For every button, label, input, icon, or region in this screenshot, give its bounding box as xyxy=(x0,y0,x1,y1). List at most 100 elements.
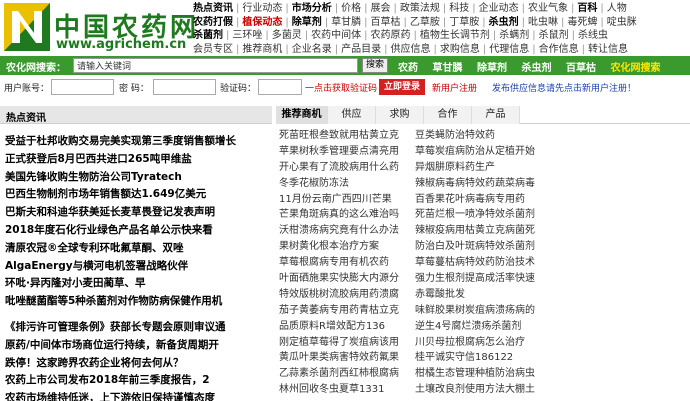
market-list-item[interactable]: 11月份云南广西四川芒果 xyxy=(279,192,413,208)
market-list-item[interactable]: 草莓蔓枯病特效药防治技术 xyxy=(415,255,549,271)
nav-link[interactable]: 农药打假 xyxy=(190,16,236,30)
nav-link[interactable]: 推荐商机 xyxy=(239,43,285,57)
nav-link[interactable]: 农业气象 xyxy=(525,2,571,16)
news-item[interactable]: 美国先锋收购生物防治公司Tyratech xyxy=(5,169,270,187)
news-item[interactable]: 正式获登后8月巴西共进口265吨甲维盐 xyxy=(5,151,270,169)
nav-link[interactable]: 多菌灵 xyxy=(269,29,305,43)
news-item[interactable]: 巴斯夫和科迪华获美延长麦草畏登记发表声明 xyxy=(5,204,270,222)
market-list-item[interactable]: 品质原料R增效配方136 xyxy=(279,319,413,335)
nav-link[interactable]: 除草剂 xyxy=(289,16,325,30)
nav-link[interactable]: 热点资讯 xyxy=(190,2,236,16)
nav-link[interactable]: 市场分析 xyxy=(289,2,335,16)
market-list-item[interactable]: 赤霉酸批发 xyxy=(415,287,549,303)
nav-link[interactable]: 百草枯 xyxy=(368,16,404,30)
hot-search-link[interactable]: 百草枯 xyxy=(566,63,596,74)
nav-link[interactable]: 企业名录 xyxy=(289,43,335,57)
news-item[interactable]: 受益于杜邦收购交易完美实现第三季度销售额增长 xyxy=(5,133,270,151)
market-list-item[interactable]: 黄瓜叶果类病害特效药氟果 xyxy=(279,350,413,366)
nav-link[interactable]: 农药中间体 xyxy=(308,29,364,43)
nav-link[interactable]: 杀菌剂 xyxy=(190,29,226,43)
news-item[interactable]: 2018年度石化行业绿色产品名单公示快来看 xyxy=(5,222,270,240)
nav-link[interactable]: 三环唑 xyxy=(229,29,265,43)
market-list-item[interactable]: 味鲜胶果树炭疽病溃疡病的 xyxy=(415,303,549,319)
market-list-item[interactable]: 异烟肼原料药生产 xyxy=(415,160,549,176)
tab-purchase[interactable]: 求购 xyxy=(376,106,424,124)
market-list-item[interactable]: 百香果花叶病毒病专用药 xyxy=(415,192,549,208)
tab-cooperation[interactable]: 合作 xyxy=(424,106,472,124)
hot-search-link[interactable]: 除草剂 xyxy=(477,63,507,74)
nav-link[interactable]: 人物 xyxy=(604,2,630,16)
register-link[interactable]: 新用户注册 xyxy=(432,81,477,94)
market-list-item[interactable]: 草莓炭疽病防治从定植开始 xyxy=(415,144,549,160)
market-list-item[interactable]: 刚定植草莓得了炭疽病该用 xyxy=(279,335,413,351)
market-list-item[interactable]: 土壤改良剂使用方法大棚土 xyxy=(415,382,549,398)
nav-link[interactable]: 企业动态 xyxy=(476,2,522,16)
nav-link[interactable]: 转让信息 xyxy=(585,43,631,57)
nav-link[interactable]: 杀螨剂 xyxy=(496,29,532,43)
market-list-item[interactable]: 开心果有了流胶病用什么药 xyxy=(279,160,413,176)
news-item[interactable]: 农药市场维持低迷，上下游依旧保持谨慎态度 xyxy=(5,390,270,401)
nav-link[interactable]: 科技 xyxy=(446,2,472,16)
market-list-item[interactable]: 豆类蝇防治特效药 xyxy=(415,128,549,144)
market-list-item[interactable]: 果树黄化根本治疗方案 xyxy=(279,239,413,255)
tab-hot-news[interactable]: 热点资讯 xyxy=(0,106,272,124)
market-list-item[interactable]: 草莓根腐病专用有机农药 xyxy=(279,255,413,271)
search-input[interactable] xyxy=(73,58,358,73)
news-item[interactable]: 清原农冠®全球专利环吡氟草酮、双唑 xyxy=(5,240,270,258)
market-list-item[interactable]: 强力生根剂提高成活率快速 xyxy=(415,271,549,287)
hot-search-link[interactable]: 杀虫剂 xyxy=(522,63,552,74)
publish-notice-link[interactable]: 发布供应信息请先点击新用户注册！ xyxy=(492,81,636,94)
news-item[interactable]: 跌停！这家跨界农药企业将何去何从？ xyxy=(5,355,270,373)
nav-link[interactable]: 求购信息 xyxy=(437,43,483,57)
hot-search-link[interactable]: 农药 xyxy=(398,63,418,74)
nav-link[interactable]: 植保动态 xyxy=(239,16,285,30)
market-list-item[interactable]: 死苗旺根叁致就用枯黄立克 xyxy=(279,128,413,144)
nav-link[interactable]: 行业动态 xyxy=(239,2,285,16)
nav-link[interactable]: 毒死蜱 xyxy=(564,16,600,30)
market-list-item[interactable]: 叶面硒施果实快膨大内源分 xyxy=(279,271,413,287)
nav-link[interactable]: 农药原药 xyxy=(368,29,414,43)
nav-link[interactable]: 杀虫剂 xyxy=(486,16,522,30)
nav-link[interactable]: 会员专区 xyxy=(190,43,236,57)
nav-link[interactable]: 供应信息 xyxy=(388,43,434,57)
news-item[interactable]: AlgaEnergy与横河电机签署战略伙伴 xyxy=(5,258,270,276)
tab-supply[interactable]: 供应 xyxy=(328,106,376,124)
tab-products[interactable]: 产品 xyxy=(472,106,520,124)
nav-link[interactable]: 展会 xyxy=(368,2,394,16)
market-list-item[interactable]: 芒果角斑病真的这么难治吗 xyxy=(279,207,413,223)
market-list-item[interactable]: 逆生4号腐烂溃疡杀菌剂 xyxy=(415,319,549,335)
hot-search-link[interactable]: 草甘膦 xyxy=(433,63,463,74)
nav-link[interactable]: 产品目录 xyxy=(338,43,384,57)
market-list-item[interactable]: 乙蒜素杀菌剂西红柿根腐病 xyxy=(279,366,413,382)
market-list-item[interactable]: 沃柑溃疡病究竟有什么办法 xyxy=(279,223,413,239)
market-list-item[interactable]: 川贝母拉根腐病怎么治疗 xyxy=(415,335,549,351)
nav-link[interactable]: 啶虫脒 xyxy=(604,16,640,30)
agrichem-search-link[interactable]: 农化网搜索 xyxy=(611,63,661,74)
news-item[interactable]: 农药上市公司发布2018年前三季度报告，2 xyxy=(5,372,270,390)
password-field[interactable] xyxy=(153,79,216,95)
tab-recommended[interactable]: 推荐商机 xyxy=(276,106,328,124)
nav-link[interactable]: 价格 xyxy=(338,2,364,16)
login-button[interactable]: 立即登录 xyxy=(379,79,425,95)
market-list-item[interactable]: 防治白及叶斑病特效杀菌剂 xyxy=(415,239,549,255)
news-item[interactable]: 环吡·异丙隆对小麦田蔺草、早 xyxy=(5,275,270,293)
news-item[interactable]: 原药/中间体市场商位运行持续，新备货周期开 xyxy=(5,337,270,355)
market-list-item[interactable]: 特效版桃树流胶病用药溃腐 xyxy=(279,287,413,303)
search-button[interactable]: 搜索 xyxy=(362,58,388,73)
news-item[interactable]: 巴西生物制剂市场年销售额达1.649亿美元 xyxy=(5,186,270,204)
market-list-item[interactable]: 柑橘生态管理种植防治病虫 xyxy=(415,366,549,382)
market-list-item[interactable]: 桂平诚实守信186122 xyxy=(415,350,549,366)
username-field[interactable] xyxy=(51,79,114,95)
nav-link[interactable]: 合作信息 xyxy=(536,43,582,57)
market-list-item[interactable]: 辣椒疫病用枯黄立克病菌死 xyxy=(415,223,549,239)
nav-link[interactable]: 丁草胺 xyxy=(446,16,482,30)
news-item[interactable]: 《排污许可管理条例》获部长专题会原则审议通 xyxy=(5,319,270,337)
nav-link[interactable]: 吡虫啉 xyxy=(525,16,561,30)
nav-link[interactable]: 杀鼠剂 xyxy=(536,29,572,43)
nav-link[interactable]: 植物生长调节剂 xyxy=(417,29,493,43)
market-list-item[interactable]: 苹果树秋季管理要点清亮用 xyxy=(279,144,413,160)
nav-link[interactable]: 杀线虫 xyxy=(575,29,611,43)
captcha-field[interactable] xyxy=(258,79,302,95)
nav-link[interactable]: 草甘膦 xyxy=(328,16,364,30)
market-list-item[interactable]: 茄子黄萎病专用药青枯立克 xyxy=(279,303,413,319)
